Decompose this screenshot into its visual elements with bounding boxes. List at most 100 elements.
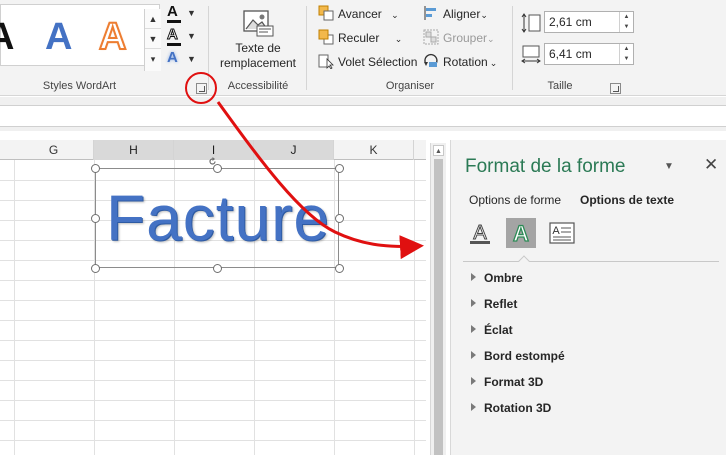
resize-handle-bottom[interactable] bbox=[213, 264, 222, 273]
text-fill-icon: A bbox=[167, 3, 178, 20]
section-3d-rotation[interactable]: Rotation 3D bbox=[471, 399, 551, 417]
text-effects-icon[interactable]: A bbox=[506, 218, 536, 248]
alt-text-icon bbox=[243, 10, 274, 37]
group-icon bbox=[423, 29, 439, 45]
gridline bbox=[0, 340, 426, 341]
expand-arrow-icon bbox=[471, 403, 476, 411]
width-icon bbox=[521, 45, 541, 64]
dialog-launcher-icon[interactable] bbox=[610, 83, 621, 94]
scroll-thumb[interactable] bbox=[434, 159, 443, 455]
shape-width-input[interactable]: 6,41 cm ▲ ▼ bbox=[544, 43, 634, 65]
section-label: Rotation 3D bbox=[484, 401, 552, 415]
rotate-handle-icon[interactable] bbox=[208, 157, 217, 166]
column-header-j[interactable]: J bbox=[254, 140, 334, 160]
selection-pane-button[interactable]: Volet Sélection bbox=[318, 52, 417, 72]
text-effects-icon: A bbox=[167, 49, 178, 66]
selection-pane-icon bbox=[318, 54, 334, 69]
align-label: Aligner bbox=[443, 7, 481, 21]
selection-pane-label: Volet Sélection bbox=[338, 55, 418, 69]
wordart-style-blue[interactable]: A bbox=[45, 15, 72, 59]
resize-handle-top-left[interactable] bbox=[91, 164, 100, 173]
section-label: Format 3D bbox=[484, 375, 544, 389]
chevron-down-icon: ⌄ bbox=[487, 34, 495, 44]
section-label: Reflet bbox=[484, 297, 518, 311]
text-outline-icon: A bbox=[167, 26, 179, 43]
resize-handle-top-right[interactable] bbox=[335, 164, 344, 173]
section-3d-format[interactable]: Format 3D bbox=[471, 373, 543, 391]
formula-bar[interactable] bbox=[0, 105, 726, 127]
chevron-down-icon: ⌄ bbox=[394, 34, 403, 44]
section-glow[interactable]: Éclat bbox=[471, 321, 513, 339]
send-backward-label: Reculer bbox=[338, 31, 380, 45]
gallery-more-icon[interactable]: ▾ bbox=[145, 49, 161, 69]
resize-handle-bottom-left[interactable] bbox=[91, 264, 100, 273]
gridline bbox=[0, 280, 426, 281]
wordart-shape[interactable]: Facture bbox=[91, 164, 344, 273]
svg-text:A: A bbox=[513, 221, 529, 246]
column-header-k[interactable]: K bbox=[334, 140, 414, 160]
gridline bbox=[0, 440, 426, 441]
bring-forward-icon bbox=[318, 5, 334, 21]
column-header-h[interactable]: H bbox=[94, 140, 174, 160]
chevron-down-icon: ⌄ bbox=[391, 10, 399, 20]
pane-divider bbox=[463, 261, 719, 262]
dialog-launcher-icon[interactable] bbox=[196, 83, 207, 94]
pane-options-dropdown[interactable]: ▼ bbox=[664, 161, 674, 172]
section-reflection[interactable]: Reflet bbox=[471, 295, 517, 313]
gallery-up-icon[interactable]: ▲ bbox=[145, 9, 161, 29]
group-separator bbox=[512, 6, 513, 90]
align-icon bbox=[424, 6, 436, 20]
rotate-button[interactable]: Rotation ⌄ bbox=[423, 52, 497, 72]
svg-text:A: A bbox=[473, 222, 487, 244]
resize-handle-left[interactable] bbox=[91, 214, 100, 223]
alt-text-label: Texte de remplacement bbox=[219, 41, 297, 70]
gridline bbox=[0, 320, 426, 321]
text-box-icon[interactable]: A bbox=[547, 218, 577, 248]
height-icon bbox=[521, 13, 541, 33]
group-label-accessibility: Accessibilité bbox=[227, 80, 289, 92]
ribbon: A A A ▲ ▼ ▾ A ▼ A ▼ A ▼ Styles WordArt T… bbox=[0, 0, 726, 96]
tab-shape-options[interactable]: Options de forme bbox=[469, 193, 561, 207]
rotate-icon bbox=[424, 53, 438, 67]
gridline bbox=[0, 400, 426, 401]
text-outline-button[interactable]: A ▼ bbox=[167, 26, 201, 46]
tab-text-options[interactable]: Options de texte bbox=[580, 193, 674, 207]
bring-forward-button[interactable]: Avancer ⌄ bbox=[318, 4, 399, 24]
rotate-label: Rotation bbox=[443, 55, 488, 69]
send-backward-icon bbox=[318, 29, 334, 45]
wordart-style-black[interactable]: A bbox=[0, 15, 14, 59]
gridline bbox=[0, 300, 426, 301]
vertical-scrollbar[interactable]: ▲ bbox=[430, 143, 446, 455]
text-fill-outline-icon[interactable]: A bbox=[465, 218, 495, 248]
column-header-g[interactable]: G bbox=[14, 140, 94, 160]
section-soft-edges[interactable]: Bord estompé bbox=[471, 347, 565, 365]
group-label: Grouper bbox=[443, 31, 488, 45]
wordart-text[interactable]: Facture bbox=[96, 181, 340, 255]
group-label-organize: Organiser bbox=[385, 80, 435, 92]
align-button[interactable]: Aligner⌄ bbox=[423, 4, 488, 24]
resize-handle-bottom-right[interactable] bbox=[335, 264, 344, 273]
width-spinner[interactable]: ▲ ▼ bbox=[619, 44, 633, 64]
group-separator bbox=[208, 6, 209, 90]
expand-arrow-icon bbox=[471, 273, 476, 281]
expand-arrow-icon bbox=[471, 377, 476, 385]
resize-handle-right[interactable] bbox=[335, 214, 344, 223]
wordart-gallery-scroll[interactable]: ▲ ▼ ▾ bbox=[144, 9, 161, 71]
gridline bbox=[0, 360, 426, 361]
height-spinner[interactable]: ▲ ▼ bbox=[619, 12, 633, 32]
group-label-size: Taille bbox=[547, 80, 573, 92]
text-effects-button[interactable]: A ▼ bbox=[167, 50, 201, 68]
gridline bbox=[14, 160, 15, 455]
text-fill-button[interactable]: A ▼ bbox=[167, 3, 201, 23]
section-shadow[interactable]: Ombre bbox=[471, 269, 523, 287]
gridline bbox=[0, 420, 426, 421]
expand-arrow-icon bbox=[471, 299, 476, 307]
send-backward-button[interactable]: Reculer ⌄ bbox=[318, 28, 402, 48]
scroll-up-icon[interactable]: ▲ bbox=[433, 145, 444, 156]
shape-height-value: 2,61 cm bbox=[549, 15, 592, 29]
wordart-style-orange-outline[interactable]: A bbox=[98, 15, 127, 59]
wordart-styles-gallery[interactable]: A A A ▲ ▼ ▾ bbox=[0, 4, 161, 71]
gallery-down-icon[interactable]: ▼ bbox=[145, 29, 161, 49]
close-icon[interactable]: ✕ bbox=[704, 155, 718, 175]
shape-height-input[interactable]: 2,61 cm ▲ ▼ bbox=[544, 11, 634, 33]
